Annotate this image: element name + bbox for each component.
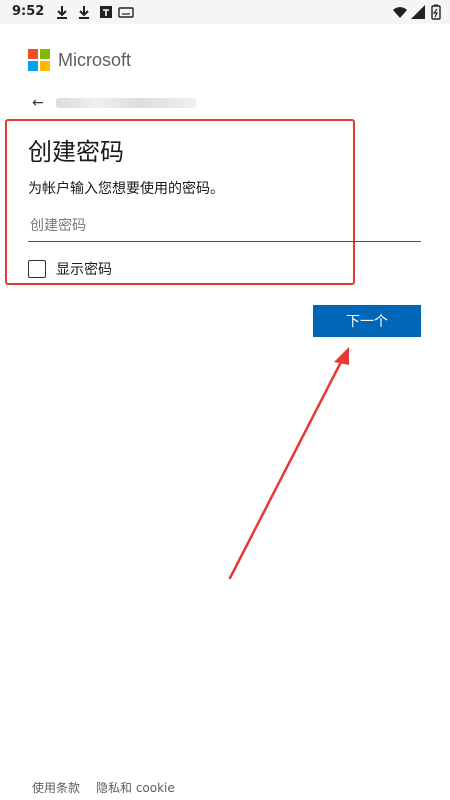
brand-name: Microsoft (58, 49, 132, 70)
page-subtitle: 为帐户输入您想要使用的密码。 (28, 181, 224, 197)
status-bar: 9:52 (0, 0, 450, 24)
logo-square-yellow (40, 61, 50, 71)
privacy-link[interactable]: 隐私和 cookie (96, 779, 175, 796)
text-box-icon (100, 6, 112, 18)
page-title: 创建密码 (28, 138, 124, 166)
keyboard-icon (118, 7, 134, 18)
show-password-label[interactable]: 显示密码 (56, 259, 112, 279)
logo-square-blue (28, 61, 38, 71)
windows-logo-icon (28, 49, 50, 71)
password-input[interactable] (28, 210, 421, 242)
terms-link[interactable]: 使用条款 (32, 779, 80, 796)
back-arrow-icon[interactable]: ← (32, 95, 44, 111)
microsoft-logo: Microsoft (28, 48, 131, 72)
next-button[interactable]: 下一个 (313, 305, 421, 337)
status-time: 9:52 (12, 4, 45, 19)
logo-square-red (28, 49, 38, 59)
battery-icon (431, 4, 441, 20)
download-icon (79, 6, 89, 19)
footer-links: 使用条款 隐私和 cookie (32, 779, 175, 796)
signal-icon (411, 5, 425, 19)
show-password-checkbox[interactable] (28, 260, 46, 278)
show-password-row[interactable]: 显示密码 (28, 258, 112, 280)
logo-square-green (40, 49, 50, 59)
account-email-blurred (55, 98, 196, 108)
back-row: ← (32, 94, 196, 112)
download-icon (57, 6, 67, 19)
wifi-icon (393, 7, 407, 18)
signin-screen: 9:52 Microsoft ← 创建密码 为帐户输入您想要使用的密码。 显示密… (0, 0, 450, 800)
